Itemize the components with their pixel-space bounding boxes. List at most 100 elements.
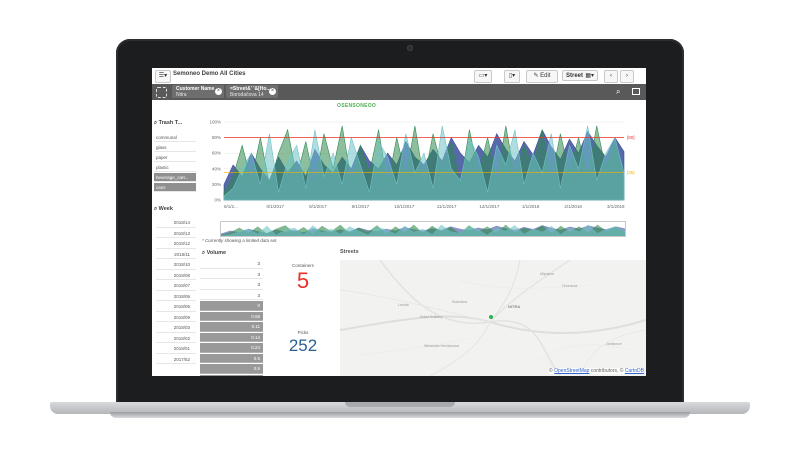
fill-level-chart[interactable]: 100% 80% 60% 40% 20% 0% [80] [35] 6/1/2... 0/1/20… bbox=[202, 118, 646, 214]
volume-header: ⌕ Volume bbox=[202, 250, 226, 257]
clear-selection-icon[interactable]: × bbox=[215, 88, 222, 95]
containers-value: 5 bbox=[296, 268, 310, 293]
camera-icon bbox=[407, 45, 413, 51]
bookmark-icon: ▭▾ bbox=[478, 73, 488, 79]
map-marker-icon[interactable] bbox=[489, 315, 493, 319]
y-tick-label: 20% bbox=[212, 182, 221, 187]
chevron-left-icon: ‹ bbox=[610, 73, 612, 79]
navigation-menu-button[interactable]: ☰▾ bbox=[155, 70, 171, 83]
bookmark-button[interactable]: ▭▾ bbox=[474, 70, 492, 83]
volume-row: 0.74 bbox=[200, 374, 263, 376]
volume-row: 0.14 bbox=[200, 332, 263, 342]
x-tick-label: 2/1/2018 bbox=[564, 204, 582, 209]
picks-value: 252 bbox=[288, 336, 318, 355]
sheets-icon: ▦▾ bbox=[585, 73, 594, 79]
attribution-mid: contributors, © bbox=[589, 368, 625, 374]
app-screen: ☰▾ Semoneo Demo All Cities ▭▾ ▯▾ ✎ Edit … bbox=[152, 68, 646, 376]
sheet-title: OSENSONEOO bbox=[337, 103, 377, 109]
volume-table: ⌕ Volume 333300.680.110.140.240.50.50.74 bbox=[152, 248, 264, 376]
mini-chart-svg bbox=[221, 224, 625, 236]
selection-chip-street[interactable]: =Street&' '&[Ho... Borodačova 14 × bbox=[226, 85, 278, 98]
y-tick-label: 100% bbox=[209, 120, 221, 125]
week-title: Week bbox=[158, 206, 173, 212]
map-roads-svg bbox=[340, 260, 646, 376]
sheet-name: Street bbox=[566, 73, 584, 79]
x-tick-label: 11/1/2017 bbox=[437, 204, 457, 209]
week-header: ⌕ Week bbox=[154, 206, 173, 213]
next-sheet-button[interactable]: › bbox=[620, 70, 634, 83]
map-label-chrenova: Chrenová bbox=[562, 284, 578, 288]
filter-item-glass[interactable]: glass bbox=[154, 143, 196, 152]
x-tick-label: 6/1/2... bbox=[224, 204, 238, 209]
x-tick-label: 9/1/2017 bbox=[352, 204, 370, 209]
x-tick-label: 0/1/2017 bbox=[267, 204, 285, 209]
volume-row: 0 bbox=[200, 301, 263, 311]
y-tick-label: 40% bbox=[212, 166, 221, 171]
selections-bar: Customer Name Nitra × =Street&' '&[Ho...… bbox=[152, 84, 646, 100]
laptop-base-shadow bbox=[110, 412, 690, 418]
chevron-right-icon: › bbox=[626, 73, 628, 79]
x-tick-label: 12/1/2017 bbox=[479, 204, 500, 209]
x-tick-label: 10/1/2017 bbox=[394, 204, 415, 209]
volume-row: 0.24 bbox=[200, 343, 263, 353]
top-toolbar: ☰▾ Semoneo Demo All Cities ▭▾ ▯▾ ✎ Edit … bbox=[152, 68, 646, 85]
volume-row: 3 bbox=[200, 291, 263, 300]
trash-type-header: ⌕ Trash T... bbox=[154, 120, 182, 127]
map-label-nitra: NITRA bbox=[508, 304, 521, 309]
reference-line-label: [35] bbox=[627, 170, 635, 175]
map-label-hrnciarovce: Nitrianske Hrnčiarovce bbox=[424, 344, 460, 348]
story-button[interactable]: ▯▾ bbox=[504, 70, 520, 83]
volume-row: 3 bbox=[200, 259, 263, 269]
filter-item-communal[interactable]: communal bbox=[154, 133, 196, 142]
volume-row: 0.5 bbox=[200, 364, 263, 374]
week-item[interactable]: 2018/13 bbox=[156, 229, 196, 238]
filter-item-cans[interactable]: cans bbox=[154, 183, 196, 192]
edit-button[interactable]: ✎ Edit bbox=[526, 70, 558, 83]
map-label-klokocina: Klokočina bbox=[452, 300, 468, 304]
trash-type-filter: ⌕ Trash T... communal glass paper plasti… bbox=[152, 120, 200, 202]
selection-chip-customer[interactable]: Customer Name Nitra × bbox=[172, 85, 224, 98]
filter-item-paper[interactable]: paper bbox=[154, 153, 196, 162]
y-tick-label: 0% bbox=[214, 198, 221, 203]
volume-row: 3 bbox=[200, 270, 263, 279]
carto-link[interactable]: CartoDB bbox=[625, 368, 644, 374]
x-tick-label: 3/1/2018 bbox=[607, 204, 625, 209]
osm-link[interactable]: OpenStreetMap bbox=[554, 368, 589, 374]
map-attribution: © OpenStreetMap contributors, © CartoDB bbox=[549, 368, 644, 374]
selection-value: Nitra bbox=[176, 92, 187, 98]
limited-data-note: * Currently showing a limited data set. bbox=[202, 238, 278, 243]
volume-row: 3 bbox=[200, 280, 263, 290]
selection-value: Borodačova 14 bbox=[230, 92, 264, 98]
clear-selection-icon[interactable]: × bbox=[269, 88, 276, 95]
filter-item-plastic[interactable]: plastic bbox=[154, 163, 196, 172]
fullscreen-icon[interactable] bbox=[632, 88, 640, 95]
map-label-mlynarce: Mlynárce bbox=[540, 272, 555, 276]
selections-tool-button[interactable] bbox=[156, 87, 167, 98]
volume-title: Volume bbox=[206, 250, 227, 256]
edit-label: Edit bbox=[540, 73, 551, 79]
picks-label: Picks bbox=[297, 330, 309, 335]
x-tick-label: 1/1/2018 bbox=[522, 204, 540, 209]
filter-item-beverage[interactable]: beverage_cart... bbox=[154, 173, 196, 182]
chart-range-scrollbar[interactable] bbox=[220, 221, 626, 237]
laptop-notch bbox=[345, 402, 455, 407]
map-label-janikovce: Janíkovce bbox=[606, 342, 622, 346]
week-item[interactable]: 2018/14 bbox=[156, 218, 196, 228]
volume-row: 0.5 bbox=[200, 353, 263, 363]
search-icon[interactable]: ⌕ bbox=[616, 87, 620, 96]
map-label-krskany: Dolné Krškany bbox=[420, 315, 443, 319]
streets-title: Streets bbox=[340, 249, 359, 255]
trash-type-title: Trash T... bbox=[158, 120, 183, 126]
fill-level-chart-svg: 100% 80% 60% 40% 20% 0% [80] [35] 6/1/2... 0/1/20… bbox=[209, 120, 635, 210]
map-label-lehota: Lehota bbox=[398, 303, 409, 307]
previous-sheet-button[interactable]: ‹ bbox=[604, 70, 618, 83]
volume-row: 0.68 bbox=[200, 311, 263, 321]
slides-icon: ▯▾ bbox=[508, 73, 516, 79]
reference-line-label: [80] bbox=[627, 135, 635, 140]
x-tick-label: 8/1/2017 bbox=[309, 204, 327, 209]
sheet-selector[interactable]: Street ▦▾ bbox=[562, 70, 598, 81]
volume-row: 0.11 bbox=[200, 322, 263, 332]
streets-map[interactable]: NITRA Lehota Dolné Krškany Mlynárce Chre… bbox=[340, 260, 646, 376]
y-tick-label: 60% bbox=[212, 151, 221, 156]
app-title: Semoneo Demo All Cities bbox=[173, 71, 246, 77]
